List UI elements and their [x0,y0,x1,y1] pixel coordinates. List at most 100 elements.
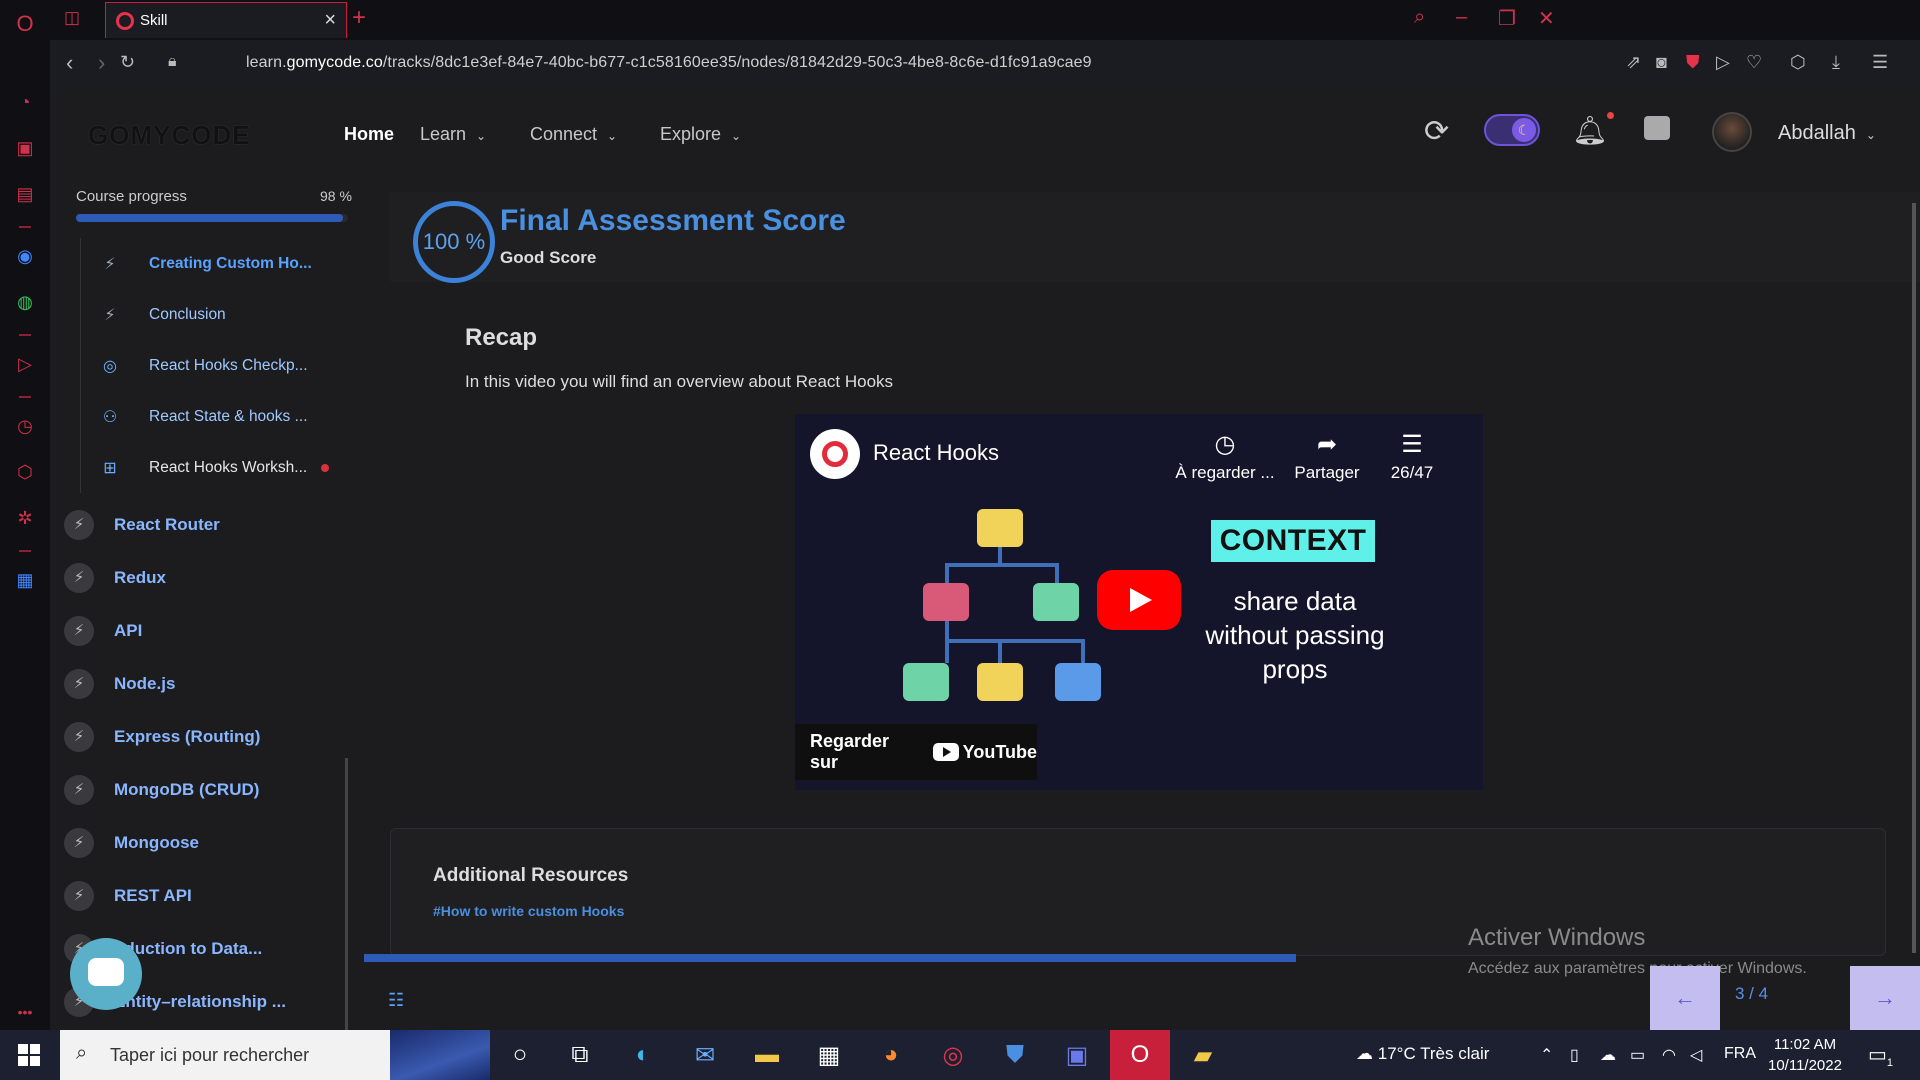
page-scrollbar[interactable] [1912,203,1916,953]
speed-dial-icon[interactable]: ◔ [13,90,37,114]
download-icon[interactable]: ⤓ [1832,52,1840,73]
opera-gx-icon[interactable]: ◎ [936,1038,970,1072]
weather-widget[interactable]: ☁ 17°C Très clair [1356,1044,1489,1064]
nav-home[interactable]: Home [344,124,394,145]
search-tabs-icon[interactable]: ⌕ [1414,6,1425,29]
module-item[interactable]: ⚡︎ Mongoose [64,816,354,869]
notification-center-icon[interactable]: ▭1 [1868,1042,1893,1069]
send-icon[interactable]: ▷ [1716,52,1730,73]
next-page-button[interactable]: → [1850,966,1920,1030]
youtube-embed[interactable]: React Hooks ◷ À regarder ... ➦ Partager ☰ 2… [795,414,1483,790]
messages-icon[interactable] [1644,116,1670,140]
back-icon[interactable]: ‹ [66,50,73,76]
refresh-icon[interactable]: ⟳ [1424,114,1449,149]
play-button[interactable] [1097,570,1181,630]
defender-icon[interactable]: ⛊ [998,1038,1032,1072]
module-item[interactable]: ⚡︎ Node.js [64,657,354,710]
table-of-contents-icon[interactable]: ☷ [388,990,404,1011]
settings-icon[interactable]: ✲ [13,506,37,530]
workspace-icon[interactable]: ▣ [13,136,37,160]
player-icon[interactable]: ▷ [13,352,37,376]
sidebar-scrollbar[interactable] [345,758,348,1030]
camera-icon[interactable]: ◙ [1656,52,1667,73]
easy-setup-icon[interactable]: ☰ [1872,52,1888,73]
gomycode-logo[interactable]: GOMYCODE [88,120,251,151]
channel-logo-icon[interactable] [810,429,860,479]
score-card: 100 % Final Assessment Score Good Score [390,192,1920,283]
volume-icon[interactable]: ◁ [1690,1045,1702,1065]
cortana-icon[interactable]: ○ [503,1038,537,1072]
edge-icon[interactable]: ◐ [626,1038,660,1072]
chevron-up-icon[interactable]: ⌃ [1540,1045,1553,1065]
notes-icon[interactable]: ▰ [1186,1038,1220,1072]
watch-on-youtube-button[interactable]: Regarder sur YouTube [795,724,1037,780]
firefox-icon[interactable]: ◕ [874,1038,908,1072]
lesson-item[interactable]: ⚇ React State & hooks ... [81,391,350,442]
resource-link[interactable]: #How to write custom Hooks [433,903,624,919]
module-item[interactable]: ⚡︎ API [64,604,354,657]
file-explorer-icon[interactable]: ▬ [750,1038,784,1072]
minimize-icon[interactable]: – [1456,6,1467,29]
nav-learn[interactable]: Learn ⌄ [420,124,486,145]
wifi-icon[interactable]: ◠ [1662,1045,1676,1065]
onedrive-icon[interactable]: ☁ [1600,1045,1616,1065]
avatar[interactable] [1712,112,1752,152]
battery-icon[interactable]: ▭ [1630,1045,1645,1065]
extensions-icon[interactable]: ⬡ [13,460,37,484]
support-chat-button[interactable] [70,938,142,1010]
new-tab-icon[interactable]: + [352,4,366,32]
mail-icon[interactable]: ✉ [688,1038,722,1072]
lesson-item[interactable]: ◎ React Hooks Checkp... [81,340,350,391]
close-window-icon[interactable]: ✕ [1538,6,1555,31]
lesson-item[interactable]: ⚡︎ Conclusion [81,289,350,340]
history-icon[interactable]: ◷ [13,414,37,438]
opera-icon[interactable]: O [1110,1030,1170,1080]
messenger-icon[interactable]: ◉ [13,244,37,268]
teams-icon[interactable]: ▣ [1060,1038,1094,1072]
nav-connect[interactable]: Connect ⌄ [530,124,617,145]
rail-separator [19,550,31,552]
previous-page-button[interactable]: ← [1650,966,1720,1030]
playlist-button[interactable]: ☰ 26/47 [1377,430,1447,483]
user-menu[interactable]: Abdallah ⌄ [1778,122,1876,145]
store-icon[interactable]: ▦ [812,1038,846,1072]
forward-icon[interactable]: › [98,50,105,76]
taskbar-search[interactable]: ⌕ Taper ici pour rechercher [60,1030,490,1080]
device-icon[interactable]: ▯ [1570,1045,1579,1065]
watch-later-button[interactable]: ◷ À regarder ... [1175,430,1275,483]
lesson-item[interactable]: ⊞ React Hooks Worksh... [81,442,350,493]
video-title[interactable]: React Hooks [873,440,999,466]
clock[interactable]: 11:02 AM 10/11/2022 [1768,1034,1842,1076]
whatsapp-icon[interactable]: ◍ [13,290,37,314]
tab-active[interactable]: Skill × [105,2,347,38]
restore-icon[interactable]: ❐ [1498,6,1516,31]
reload-icon[interactable]: ↻ [120,52,135,73]
share-button[interactable]: ➦ Partager [1287,430,1367,483]
gx-corner-icon[interactable]: ◫ [64,8,80,28]
module-item[interactable]: ⚡︎ React Router [64,498,354,551]
lesson-item[interactable]: ⚡︎ Creating Custom Ho... [81,238,350,289]
task-view-icon[interactable]: ⧉ [563,1038,597,1072]
heart-icon[interactable]: ♡ [1746,52,1762,73]
bell-icon[interactable]: 🔔︎ [1572,112,1614,147]
close-tab-icon[interactable]: × [324,9,336,32]
language-indicator[interactable]: FRA [1724,1045,1756,1063]
nav-explore[interactable]: Explore ⌄ [660,124,741,145]
module-item[interactable]: ⚡︎ Redux [64,551,354,604]
snapshot-share-icon[interactable]: ⇗ [1626,52,1641,73]
cube-icon[interactable]: ⬡ [1790,52,1806,73]
resources-title: Additional Resources [433,865,629,886]
translate-icon[interactable]: ▦ [13,568,37,592]
more-icon[interactable]: ••• [13,1000,37,1024]
module-item[interactable]: ⚡︎ Express (Routing) [64,710,354,763]
module-item[interactable]: ⚡︎ MongoDB (CRUD) [64,763,354,816]
opera-logo-icon[interactable]: O [13,11,37,36]
lesson-label: React Hooks Checkp... [149,356,308,374]
twitch-icon[interactable]: ▤ [13,182,37,206]
module-item[interactable]: ⚡︎ REST API [64,869,354,922]
windows-start-icon[interactable] [18,1044,40,1066]
adblock-icon[interactable]: ⛊ [1686,52,1700,73]
url-field[interactable]: learn.gomycode.co/tracks/8dc1e3ef-84e7-4… [246,54,1092,72]
lesson-progress-bar [364,954,1296,962]
dark-mode-toggle[interactable]: ☾ [1484,114,1540,146]
